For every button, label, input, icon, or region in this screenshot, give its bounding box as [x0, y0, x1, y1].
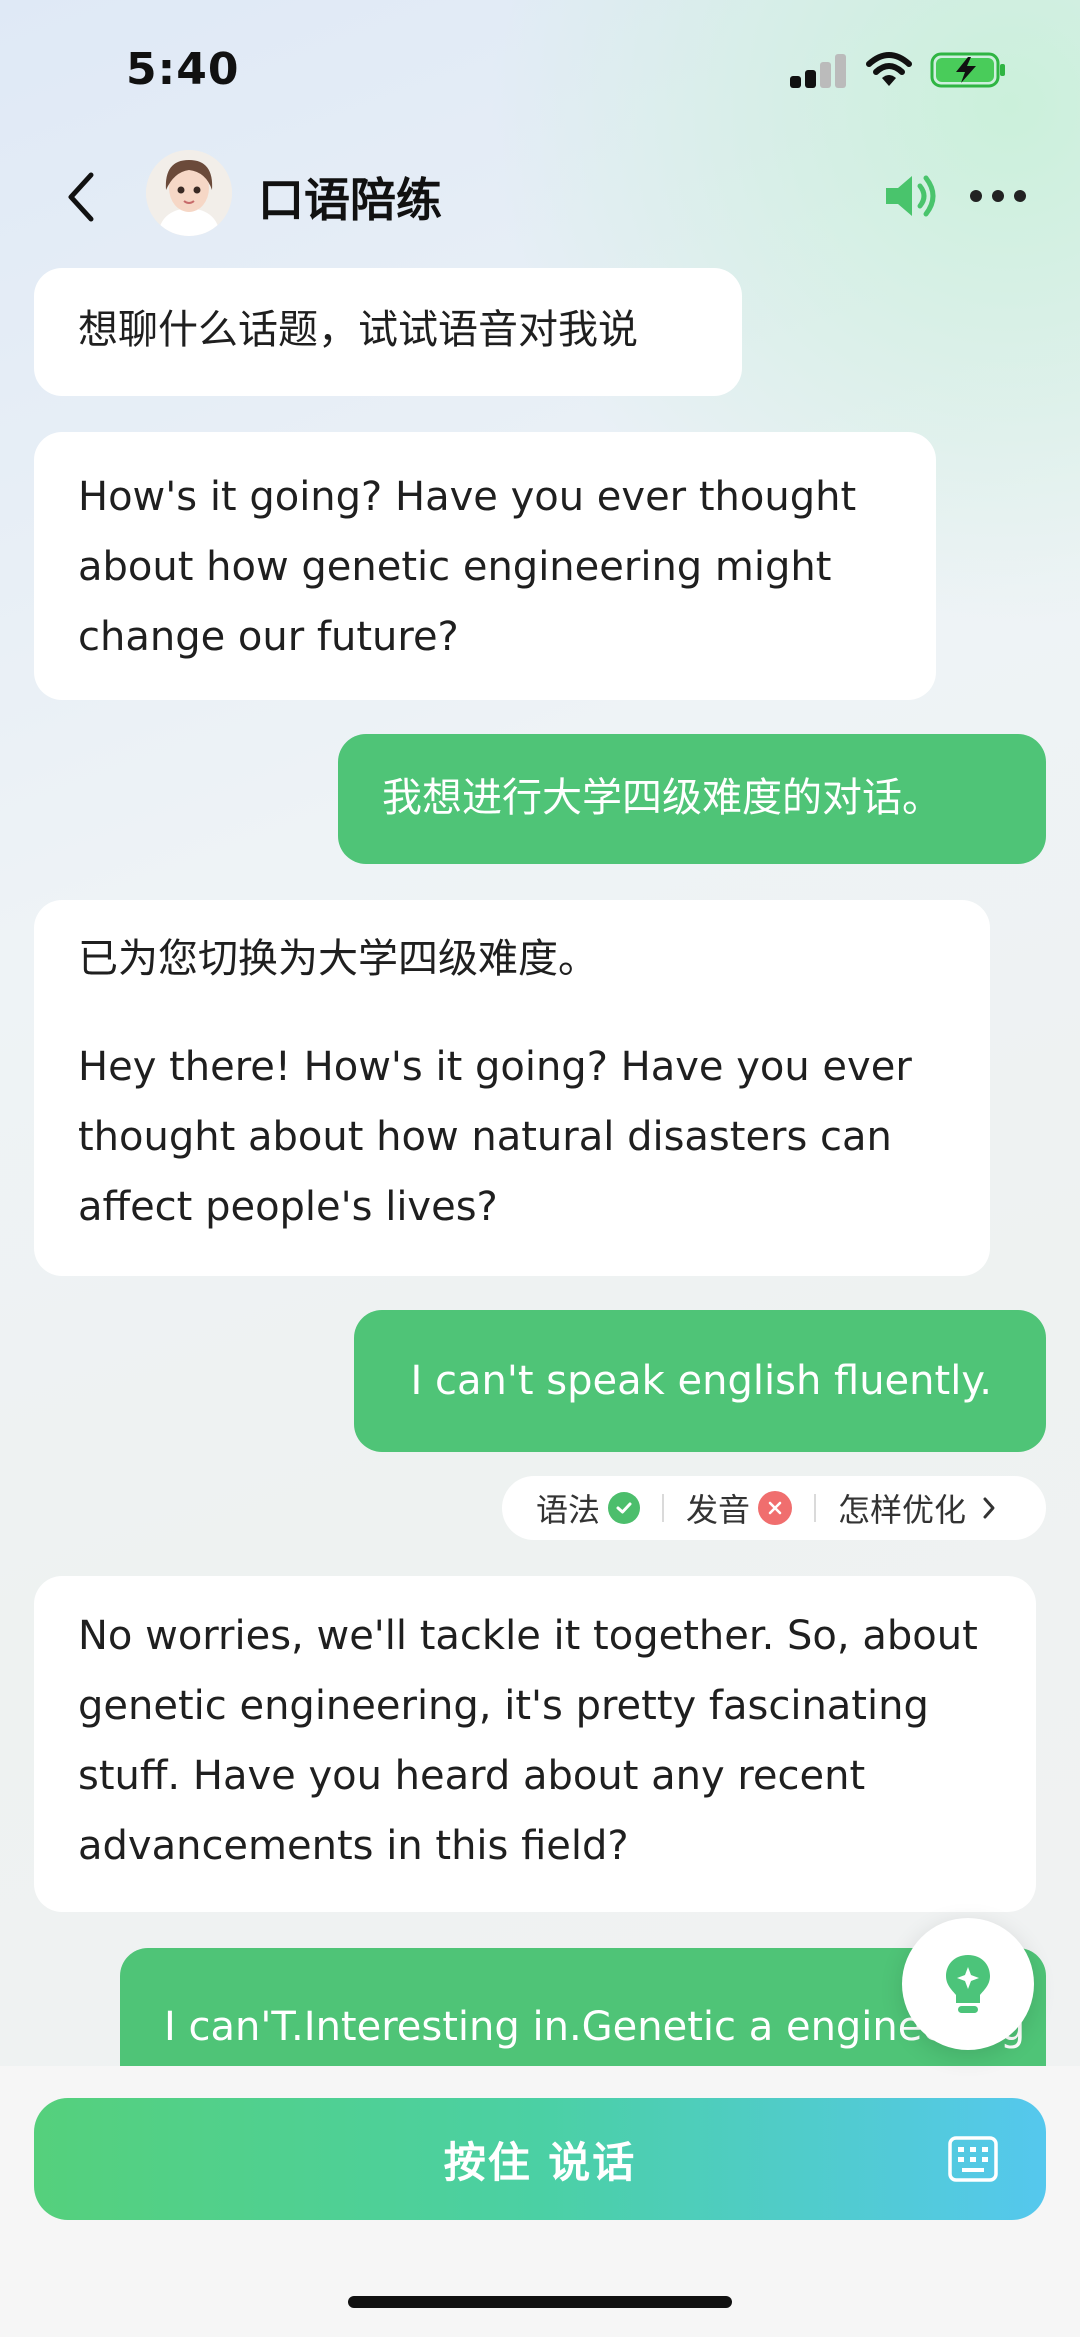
- avatar[interactable]: [146, 150, 232, 236]
- page-title: 口语陪练: [258, 173, 442, 227]
- more-dots-icon: [970, 190, 982, 202]
- message-text: I can't speak english fluently.: [410, 1358, 992, 1404]
- back-button[interactable]: [50, 162, 110, 232]
- message-bubble-bot: 想聊什么话题，试试语音对我说: [34, 268, 742, 396]
- speaker-toggle-button[interactable]: [880, 164, 944, 228]
- message-text: No worries, we'll tackle it together. So…: [78, 1613, 978, 1869]
- cellular-signal-icon: [790, 54, 846, 88]
- divider: [662, 1494, 665, 1522]
- error-x-icon: [758, 1491, 793, 1525]
- message-text: Hey there! How's it going? Have you ever…: [78, 1044, 912, 1230]
- app-header: 口语陪练: [0, 140, 1080, 260]
- more-dot: [992, 190, 1004, 202]
- speaker-icon: [886, 175, 936, 217]
- pronunciation-label: 发音: [686, 1491, 751, 1529]
- divider: [814, 1494, 817, 1522]
- grammar-feedback[interactable]: 语法: [536, 1485, 641, 1531]
- message-text: How's it going? Have you ever thought ab…: [78, 474, 857, 660]
- hold-to-talk-button[interactable]: 按住 说话: [34, 2098, 1046, 2220]
- message-bubble-bot: 已为您切换为大学四级难度。 Hey there! How's it going?…: [34, 900, 990, 1276]
- speech-feedback-bar: 语法 发音 怎样优化: [502, 1476, 1046, 1540]
- optimize-link[interactable]: 怎样优化: [838, 1485, 998, 1531]
- message-text: 想聊什么话题，试试语音对我说: [78, 307, 638, 353]
- message-bubble-bot: No worries, we'll tackle it together. So…: [34, 1576, 1036, 1912]
- battery-charging-icon: [930, 52, 1005, 88]
- wifi-icon: [866, 52, 912, 86]
- status-bar: 5:40: [0, 0, 1080, 140]
- more-dot: [1014, 190, 1026, 202]
- message-text: 我想进行大学四级难度的对话。: [382, 775, 942, 821]
- message-bubble-bot: How's it going? Have you ever thought ab…: [34, 432, 936, 700]
- avatar-illustration: [146, 150, 232, 236]
- chevron-right-icon: [983, 1497, 995, 1519]
- message-text: I can'T.Interesting in.Genetic a enginee…: [164, 2004, 1026, 2050]
- keyboard-icon[interactable]: [948, 2136, 998, 2182]
- pronunciation-feedback[interactable]: 发音: [686, 1485, 793, 1531]
- status-time: 5:40: [126, 44, 240, 95]
- grammar-label: 语法: [536, 1491, 601, 1529]
- message-text: 已为您切换为大学四级难度。: [78, 936, 598, 982]
- check-icon: [608, 1492, 641, 1524]
- more-options-button[interactable]: [970, 184, 1032, 208]
- message-bubble-user: I can't speak english fluently.: [354, 1310, 1046, 1452]
- talk-label: 按住 说话: [443, 2137, 637, 2187]
- optimize-label: 怎样优化: [838, 1491, 967, 1529]
- home-indicator[interactable]: [348, 2296, 732, 2308]
- message-bubble-user: 我想进行大学四级难度的对话。: [338, 734, 1046, 864]
- lightbulb-icon: [946, 1955, 990, 2013]
- chevron-left-icon: [68, 172, 94, 222]
- hint-button[interactable]: [902, 1918, 1034, 2050]
